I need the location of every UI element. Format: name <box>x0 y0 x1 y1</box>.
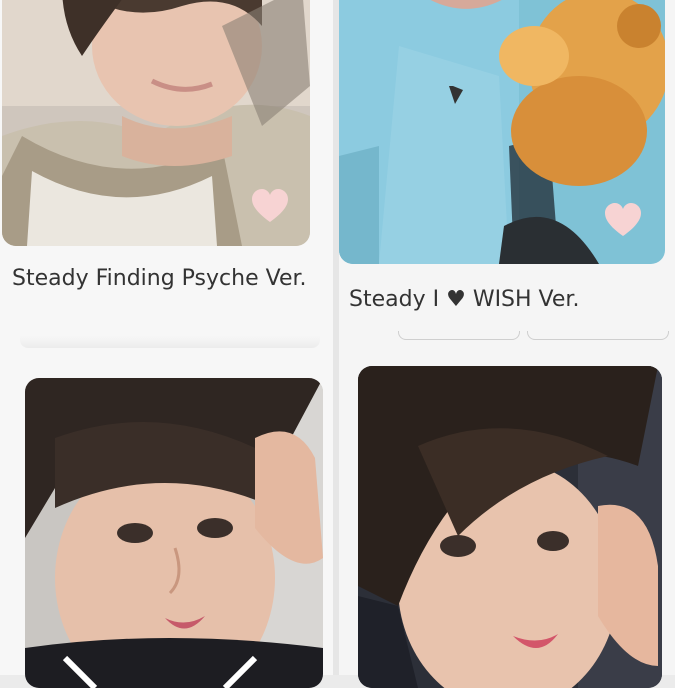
option-button-1[interactable] <box>398 331 520 340</box>
card-1-shadow <box>20 336 320 348</box>
favorite-heart-icon[interactable] <box>603 201 643 241</box>
card-2-title-start: Steady I <box>349 287 440 312</box>
card-2-title-end: WISH Ver. <box>472 287 580 312</box>
option-button-2[interactable] <box>527 331 669 340</box>
heart-glyph-icon: ♥ <box>446 287 466 312</box>
card-3-photo[interactable] <box>25 378 323 688</box>
favorite-heart-icon[interactable] <box>250 187 290 227</box>
card-2-title[interactable]: Steady I ♥ WISH Ver. <box>349 285 669 315</box>
card-1-title[interactable]: Steady Finding Psyche Ver. <box>12 264 312 294</box>
card-4-photo[interactable] <box>358 366 662 688</box>
